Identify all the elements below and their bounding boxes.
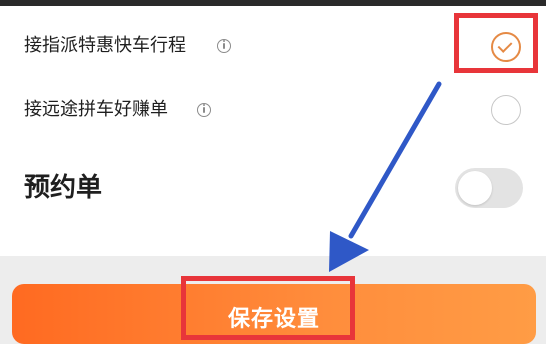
setting-label-long-distance-carpool: 接远途拼车好赚单 — [24, 99, 168, 120]
toggle-knob — [458, 171, 492, 205]
unchecked-radio-icon[interactable] — [491, 95, 521, 125]
info-icon[interactable] — [197, 103, 211, 117]
setting-label-designated-express: 接指派特惠快车行程 — [24, 35, 186, 56]
setting-label-reservation-order: 预约单 — [24, 173, 103, 203]
reservation-toggle[interactable] — [455, 168, 523, 208]
info-icon[interactable] — [217, 39, 231, 53]
annotation-highlight-save-button — [181, 276, 355, 340]
setting-row-long-distance-carpool[interactable]: 接远途拼车好赚单 — [0, 88, 546, 132]
annotation-highlight-checkbox — [454, 13, 538, 73]
setting-row-reservation-order[interactable]: 预约单 — [0, 166, 546, 210]
